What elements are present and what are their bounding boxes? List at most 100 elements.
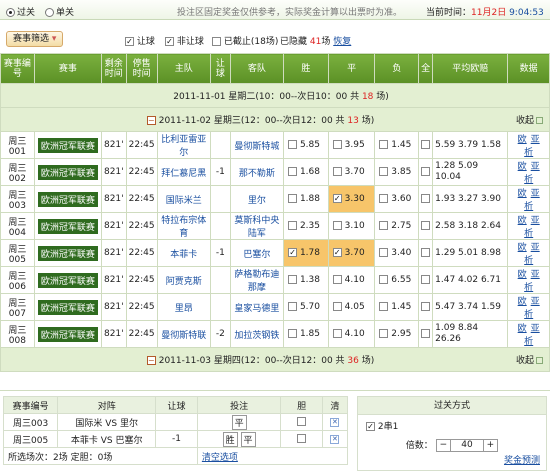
prize-forecast-link[interactable]: 奖金预测 <box>504 456 540 466</box>
closed-checkbox[interactable] <box>212 37 221 46</box>
odds-checkbox[interactable] <box>379 302 389 311</box>
all-checkbox[interactable] <box>421 194 431 203</box>
odds-checkbox[interactable] <box>332 167 342 176</box>
pick-button[interactable]: 平 <box>240 431 256 447</box>
odds-link[interactable]: 欧 <box>518 243 527 253</box>
clear-options-link[interactable]: 清空选项 <box>202 453 238 463</box>
asia-link[interactable]: 亚 <box>531 189 540 199</box>
odds-cell[interactable]: 3.30 <box>327 185 376 213</box>
odds-checkbox[interactable] <box>379 275 389 284</box>
odds-cell[interactable]: 4.05 <box>327 293 376 321</box>
day-row[interactable]: −2011-11-03 星期四(12：00--次日12：00 共 36 场) 收起 <box>0 347 550 372</box>
away-team[interactable]: 里尔 <box>229 185 285 213</box>
day-row[interactable]: 2011-11-01 星期二(10：00--次日10：00 共 18 场) <box>0 83 550 108</box>
odds-cell[interactable]: 2.95 <box>374 320 420 348</box>
odds-link[interactable]: 欧 <box>518 270 527 280</box>
odds-cell[interactable]: 3.40 <box>374 239 420 267</box>
pick-button[interactable]: 胜 <box>222 431 238 447</box>
no-let-ball-filter[interactable]: 非让球 <box>165 34 204 47</box>
banker-checkbox[interactable] <box>297 434 307 443</box>
odds-checkbox[interactable] <box>288 140 298 149</box>
mode-pass-option[interactable]: 过关 <box>6 5 35 18</box>
odds-checkbox[interactable] <box>379 329 389 338</box>
odds-link[interactable]: 欧 <box>518 297 527 307</box>
closed-filter[interactable]: 已截止(18场) <box>212 34 278 47</box>
odds-link[interactable]: 欧 <box>518 189 527 199</box>
analysis-link[interactable]: 析 <box>524 148 533 158</box>
odds-checkbox[interactable] <box>332 221 342 230</box>
pass-type-checkbox[interactable] <box>366 422 375 431</box>
odds-link[interactable]: 欧 <box>518 324 527 334</box>
asia-link[interactable]: 亚 <box>531 270 540 280</box>
home-team[interactable]: 里昂 <box>156 293 211 321</box>
odds-checkbox[interactable] <box>332 194 342 203</box>
odds-cell[interactable]: 1.78 <box>283 239 329 267</box>
asia-link[interactable]: 亚 <box>531 162 540 172</box>
home-team[interactable]: 阿贾克斯 <box>156 266 211 294</box>
odds-checkbox[interactable] <box>379 167 389 176</box>
collapse-link[interactable]: 收起 <box>516 353 543 366</box>
analysis-link[interactable]: 析 <box>524 337 533 347</box>
all-checkbox[interactable] <box>421 140 431 149</box>
restore-link[interactable]: 恢复 <box>333 37 351 47</box>
away-team[interactable]: 那不勒斯 <box>229 158 285 186</box>
odds-link[interactable]: 欧 <box>518 216 527 226</box>
odds-cell[interactable]: 4.10 <box>327 320 376 348</box>
all-checkbox[interactable] <box>421 248 431 257</box>
away-team[interactable]: 萨格勒布迪那摩 <box>229 266 285 294</box>
asia-link[interactable]: 亚 <box>531 297 540 307</box>
analysis-link[interactable]: 析 <box>524 310 533 320</box>
away-team[interactable]: 加拉茨钢铁 <box>229 320 285 348</box>
odds-checkbox[interactable] <box>332 248 342 257</box>
asia-link[interactable]: 亚 <box>531 324 540 334</box>
let-ball-filter[interactable]: 让球 <box>125 34 155 47</box>
all-checkbox[interactable] <box>421 167 431 176</box>
analysis-link[interactable]: 析 <box>524 175 533 185</box>
odds-cell[interactable]: 2.35 <box>283 212 329 240</box>
plus-icon[interactable]: + <box>484 440 498 451</box>
mode-single-option[interactable]: 单关 <box>45 5 74 18</box>
odds-checkbox[interactable] <box>288 275 298 284</box>
odds-cell[interactable]: 1.85 <box>283 320 329 348</box>
odds-cell[interactable]: 1.68 <box>283 158 329 186</box>
all-checkbox[interactable] <box>421 329 431 338</box>
away-team[interactable]: 曼彻斯特城 <box>229 131 285 159</box>
match-filter-button[interactable]: 赛事筛选 ▾ <box>6 31 64 47</box>
odds-checkbox[interactable] <box>332 275 342 284</box>
odds-checkbox[interactable] <box>379 194 389 203</box>
home-team[interactable]: 曼彻斯特联 <box>156 320 211 348</box>
odds-cell[interactable]: 3.70 <box>327 239 376 267</box>
collapse-icon[interactable]: − <box>146 356 156 365</box>
odds-cell[interactable]: 6.55 <box>374 266 420 294</box>
mode-single-radio[interactable] <box>45 8 54 17</box>
analysis-link[interactable]: 析 <box>524 202 533 212</box>
asia-link[interactable]: 亚 <box>531 243 540 253</box>
all-checkbox[interactable] <box>421 275 431 284</box>
odds-link[interactable]: 欧 <box>518 135 527 145</box>
home-team[interactable]: 拜仁慕尼黑 <box>156 158 211 186</box>
multiplier-stepper[interactable]: −40 + <box>435 439 499 452</box>
home-team[interactable]: 比利亚雷亚尔 <box>156 131 211 159</box>
odds-cell[interactable]: 3.95 <box>327 131 376 159</box>
pick-button[interactable]: 平 <box>231 414 247 430</box>
home-team[interactable]: 本菲卡 <box>156 239 211 267</box>
odds-checkbox[interactable] <box>379 221 389 230</box>
odds-checkbox[interactable] <box>332 302 342 311</box>
odds-checkbox[interactable] <box>288 302 298 311</box>
odds-checkbox[interactable] <box>379 140 389 149</box>
odds-cell[interactable]: 1.45 <box>374 293 420 321</box>
odds-cell[interactable]: 3.10 <box>327 212 376 240</box>
odds-checkbox[interactable] <box>288 221 298 230</box>
all-checkbox[interactable] <box>421 221 431 230</box>
home-team[interactable]: 特拉布宗体育 <box>156 212 211 240</box>
odds-cell[interactable]: 3.60 <box>374 185 420 213</box>
odds-checkbox[interactable] <box>288 167 298 176</box>
odds-checkbox[interactable] <box>288 194 298 203</box>
collapse-link[interactable]: 收起 <box>516 113 543 126</box>
analysis-link[interactable]: 析 <box>524 283 533 293</box>
pass-type-option[interactable]: 2串1 <box>358 415 546 436</box>
mode-pass-radio[interactable] <box>6 8 15 17</box>
delete-icon[interactable]: ✕ <box>330 418 340 427</box>
home-team[interactable]: 国际米兰 <box>156 185 211 213</box>
odds-checkbox[interactable] <box>332 329 342 338</box>
